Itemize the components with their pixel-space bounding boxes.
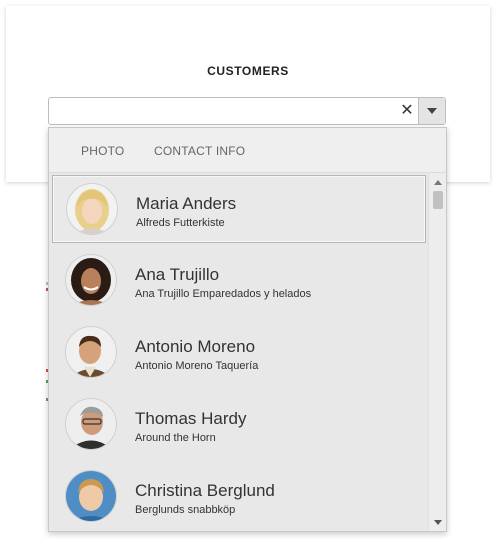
list-item[interactable]: Antonio Moreno Antonio Moreno Taquería — [52, 319, 426, 387]
customer-company: Berglunds snabbköp — [135, 504, 236, 516]
dropdown-toggle-button[interactable] — [418, 98, 445, 124]
avatar — [66, 399, 116, 449]
avatar — [66, 327, 116, 377]
customer-company: Antonio Moreno Taquería — [135, 360, 259, 372]
customer-company: Around the Horn — [135, 432, 216, 444]
customer-search-input[interactable] — [49, 98, 389, 124]
scroll-down-icon[interactable] — [429, 515, 446, 529]
list-scrollbar[interactable] — [428, 173, 446, 531]
customer-company: Ana Trujillo Emparedados y helados — [135, 288, 312, 300]
list-item[interactable]: Christina Berglund Berglunds snabbköp — [52, 463, 426, 531]
customer-name: Antonio Moreno — [135, 337, 256, 356]
customer-name: Maria Anders — [136, 194, 237, 213]
list-item[interactable]: Thomas Hardy Around the Horn — [52, 391, 426, 459]
avatar — [67, 184, 117, 234]
scrollbar-thumb[interactable] — [433, 191, 443, 209]
caret-down-icon — [427, 108, 437, 114]
customer-dropdown-popup: PHOTO CONTACT INFO Maria Anders Alfreds … — [48, 127, 447, 532]
close-icon[interactable]: ✕ — [397, 101, 417, 121]
customer-list: Maria Anders Alfreds Futterkiste Ana Tru… — [49, 173, 429, 531]
popup-header: PHOTO CONTACT INFO — [49, 128, 446, 173]
customer-name: Ana Trujillo — [135, 265, 220, 284]
customer-combobox[interactable]: ✕ — [48, 97, 446, 125]
scroll-up-icon[interactable] — [429, 175, 446, 189]
customer-company: Alfreds Futterkiste — [136, 217, 225, 229]
header-photo: PHOTO — [81, 144, 125, 158]
customer-name: Christina Berglund — [135, 481, 275, 500]
avatar — [66, 255, 116, 305]
list-item[interactable]: Ana Trujillo Ana Trujillo Emparedados y … — [52, 247, 426, 315]
customer-name: Thomas Hardy — [135, 409, 247, 428]
header-contact-info: CONTACT INFO — [154, 144, 246, 158]
avatar — [66, 471, 116, 521]
card-title: CUSTOMERS — [207, 64, 289, 78]
list-item[interactable]: Maria Anders Alfreds Futterkiste — [52, 175, 426, 243]
